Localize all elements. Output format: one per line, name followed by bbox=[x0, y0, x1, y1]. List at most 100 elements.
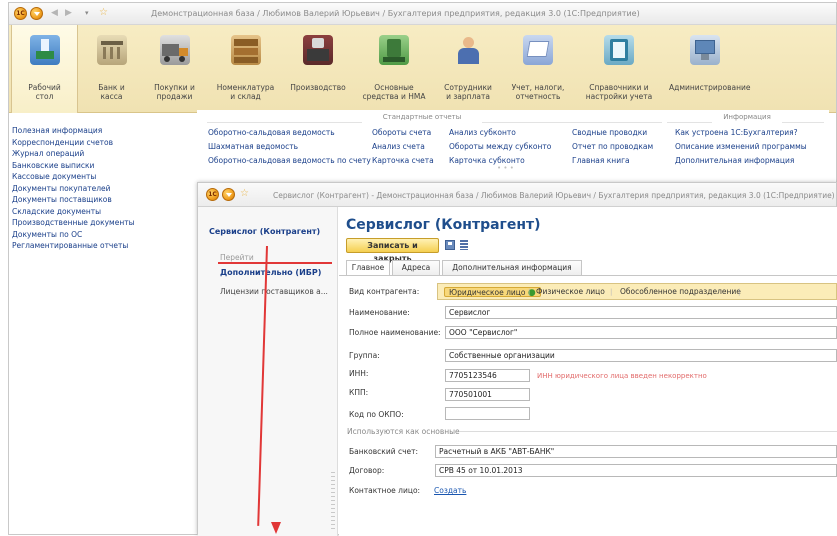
form-area: Сервислог (Контрагент) Записать и закрыт… bbox=[339, 207, 837, 536]
inner-window-title: Сервислог (Контрагент) - Демонстрационна… bbox=[273, 191, 835, 200]
radio-legal-entity[interactable]: Юридическое лицо ● bbox=[444, 287, 541, 298]
radio-individual[interactable]: Физическое лицо bbox=[532, 287, 609, 297]
info-link[interactable]: Дополнительная информация bbox=[675, 156, 794, 165]
contract-label: Договор: bbox=[349, 466, 385, 475]
section-accounting[interactable]: Учет, налоги, отчетность bbox=[505, 25, 571, 113]
info-link[interactable]: Как устроена 1С:Бухгалтерия? bbox=[675, 128, 798, 137]
nav-link[interactable]: Корреспонденции счетов bbox=[12, 137, 202, 149]
reports-panel: Стандартные отчеты Информация Оборотно-с… bbox=[197, 110, 829, 172]
fullname-field[interactable]: ООО "Сервислог" bbox=[445, 326, 837, 339]
nav-link[interactable]: Кассовые документы bbox=[12, 171, 202, 183]
inn-field[interactable]: 7705123546 bbox=[445, 369, 530, 382]
group-field[interactable]: Собственные организации bbox=[445, 349, 837, 362]
kpp-field[interactable]: 770501001 bbox=[445, 388, 530, 401]
employees-icon bbox=[453, 35, 483, 65]
list-icon[interactable] bbox=[460, 240, 468, 250]
supplier-licenses-link[interactable]: Лицензии поставщиков а... bbox=[220, 287, 328, 296]
section-panel: Рабочий стол Банк и касса Покупки и прод… bbox=[9, 25, 836, 113]
panel-resize-grip[interactable]: • • • bbox=[497, 164, 514, 172]
report-link[interactable]: Шахматная ведомость bbox=[208, 142, 298, 151]
report-link[interactable]: Анализ счета bbox=[372, 142, 425, 151]
favorites-star-icon[interactable]: ☆ bbox=[240, 188, 249, 199]
panel-splitter[interactable] bbox=[331, 472, 335, 532]
forward-arrow-icon[interactable]: ▶ bbox=[65, 8, 72, 18]
info-link[interactable]: Описание изменений программы bbox=[675, 142, 807, 151]
okpo-field[interactable] bbox=[445, 407, 530, 420]
nav-link[interactable]: Полезная информация bbox=[12, 125, 202, 137]
section-desktop[interactable]: Рабочий стол bbox=[11, 25, 78, 113]
report-link[interactable]: Обороты счета bbox=[372, 128, 431, 137]
section-admin[interactable]: Администрирование bbox=[669, 25, 751, 113]
info-header: Информация bbox=[723, 113, 771, 121]
warehouse-icon bbox=[230, 35, 261, 65]
tab-additional-info[interactable]: Дополнительная информация bbox=[442, 260, 582, 275]
favorites-star-icon[interactable]: ☆ bbox=[99, 7, 108, 18]
nav-link[interactable]: Документы поставщиков bbox=[12, 194, 202, 206]
report-link[interactable]: Анализ субконто bbox=[449, 128, 516, 137]
section-purchases-sales[interactable]: Покупки и продажи bbox=[147, 25, 202, 113]
back-arrow-icon[interactable]: ◀ bbox=[51, 8, 58, 18]
desktop-icon bbox=[29, 35, 60, 65]
fullname-label: Полное наименование: bbox=[349, 328, 441, 337]
name-label: Наименование: bbox=[349, 308, 410, 317]
section-reference[interactable]: Справочники и настройки учета bbox=[579, 25, 659, 113]
section-label: Номенклатура и склад bbox=[216, 83, 275, 101]
nav-link[interactable]: Производственные документы bbox=[12, 217, 202, 229]
nav-link[interactable]: Складские документы bbox=[12, 206, 202, 218]
section-employees[interactable]: Сотрудники и зарплата bbox=[437, 25, 499, 113]
admin-icon bbox=[690, 35, 720, 65]
nav-link[interactable]: Банковские выписки bbox=[12, 160, 202, 172]
create-contact-link[interactable]: Создать bbox=[434, 486, 466, 495]
section-label: Производство bbox=[290, 83, 346, 92]
divider bbox=[782, 122, 824, 123]
report-link[interactable]: Главная книга bbox=[572, 156, 630, 165]
window-menu-icon[interactable] bbox=[222, 188, 235, 201]
object-title[interactable]: Сервислог (Контрагент) bbox=[209, 227, 320, 236]
additional-ibr-link[interactable]: Дополнительно (ИБР) bbox=[220, 268, 321, 277]
tab-main[interactable]: Главное bbox=[346, 260, 390, 276]
inn-warning: ИНН юридического лица введен некорректно bbox=[537, 372, 707, 380]
radio-label: Обособленное подразделение bbox=[620, 287, 741, 296]
bank-account-label: Банковский счет: bbox=[349, 447, 419, 456]
tab-addresses[interactable]: Адреса bbox=[392, 260, 440, 275]
section-warehouse[interactable]: Номенклатура и склад bbox=[212, 25, 279, 113]
section-bank[interactable]: Банк и касса bbox=[84, 25, 139, 113]
main-titlebar: 1С ◀ ▶ ▾ ☆ Демонстрационная база / Любим… bbox=[9, 3, 836, 25]
section-label: Администрирование bbox=[669, 83, 751, 92]
contact-person-label: Контактное лицо: bbox=[349, 486, 421, 495]
name-field[interactable]: Сервислог bbox=[445, 306, 837, 319]
defaults-heading: Используются как основные bbox=[347, 427, 460, 436]
app-logo-icon[interactable]: 1С bbox=[206, 188, 219, 201]
nav-link[interactable]: Документы по ОС bbox=[12, 229, 202, 241]
section-fixed-assets[interactable]: Основные средства и НМА bbox=[359, 25, 429, 113]
bank-account-field[interactable]: Расчетный в АКБ "АВТ-БАНК" bbox=[435, 445, 837, 458]
app-logo-icon[interactable]: 1С bbox=[14, 7, 27, 20]
contract-field[interactable]: СРВ 45 от 10.01.2013 bbox=[435, 464, 837, 477]
section-label: Учет, налоги, отчетность bbox=[511, 83, 565, 101]
nav-link[interactable]: Документы покупателей bbox=[12, 183, 202, 195]
radio-label: Юридическое лицо bbox=[449, 288, 526, 297]
nav-link[interactable]: Журнал операций bbox=[12, 148, 202, 160]
report-link[interactable]: Карточка счета bbox=[372, 156, 434, 165]
highlight-underline bbox=[218, 262, 332, 264]
separator: | bbox=[738, 288, 741, 296]
reference-icon bbox=[604, 35, 634, 65]
report-link[interactable]: Сводные проводки bbox=[572, 128, 647, 137]
save-disk-icon[interactable] bbox=[445, 240, 455, 250]
divider bbox=[459, 431, 837, 432]
report-link[interactable]: Отчет по проводкам bbox=[572, 142, 653, 151]
report-link[interactable]: Оборотно-сальдовая ведомость по счету bbox=[208, 156, 371, 165]
radio-separate-division[interactable]: Обособленное подразделение bbox=[616, 287, 745, 297]
report-link[interactable]: Оборотно-сальдовая ведомость bbox=[208, 128, 335, 137]
save-and-close-button[interactable]: Записать и закрыть bbox=[346, 238, 439, 263]
separator: | bbox=[610, 288, 613, 296]
standard-reports-header: Стандартные отчеты bbox=[382, 113, 462, 121]
section-label: Сотрудники и зарплата bbox=[444, 83, 492, 101]
section-production[interactable]: Производство bbox=[287, 25, 349, 113]
nav-link[interactable]: Регламентированные отчеты bbox=[12, 240, 202, 252]
main-menu-icon[interactable] bbox=[30, 7, 43, 20]
production-icon bbox=[303, 35, 333, 65]
report-link[interactable]: Обороты между субконто bbox=[449, 142, 551, 151]
kpp-label: КПП: bbox=[349, 388, 369, 397]
history-dropdown-icon[interactable]: ▾ bbox=[85, 9, 89, 17]
